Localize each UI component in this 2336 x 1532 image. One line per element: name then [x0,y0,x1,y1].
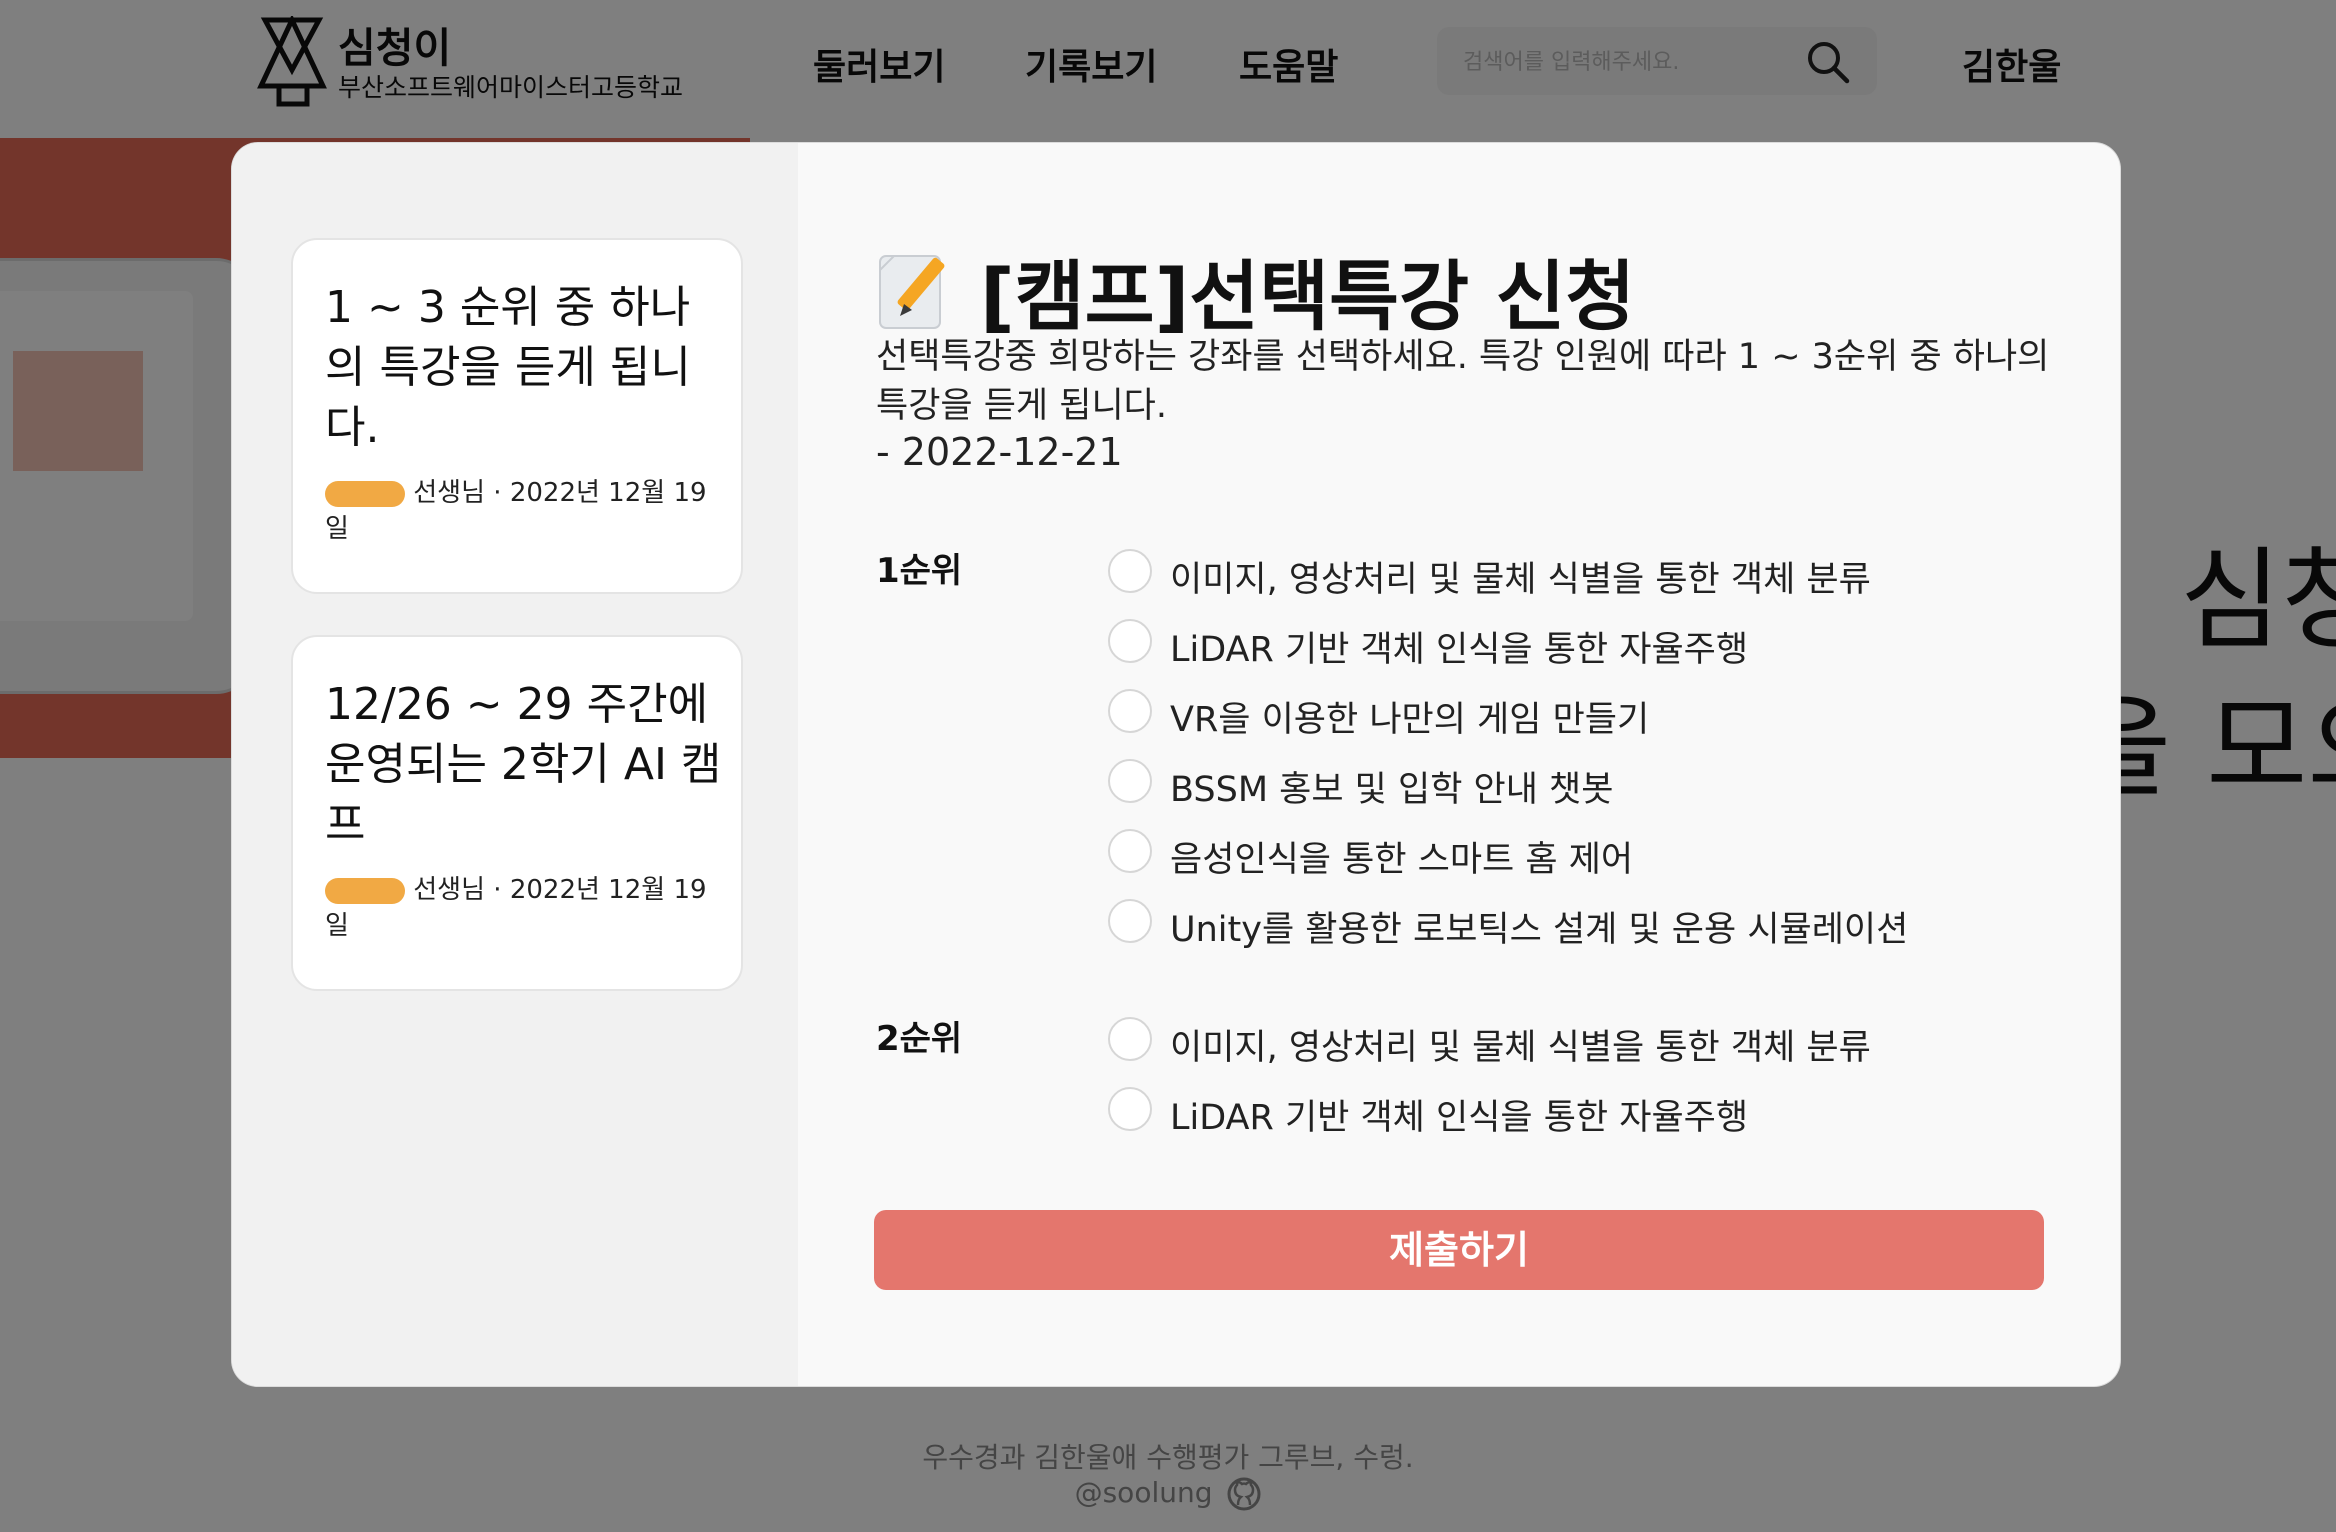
redacted-author [325,480,405,507]
notice-title: 12/26 ~ 29 주간에 운영되는 2학기 AI 캠프 [325,679,722,850]
form-modal: 1 ~ 3 순위 중 하나의 특강을 듣게 됩니다. 선생님 · 2022년 1… [232,143,2120,1386]
form-date: - 2022-12-21 [876,430,1123,474]
form-description: 선택특강중 희망하는 강좌를 선택하세요. 특강 인원에 따라 1 ~ 3순위 … [876,337,2050,426]
radio-button[interactable] [1108,549,1152,593]
rank-1-label: 1순위 [876,551,963,591]
memo-icon [879,255,945,329]
radio-button[interactable] [1108,1087,1152,1131]
radio-button[interactable] [1108,619,1152,663]
form-title: [캠프]선택특강 신청 [980,252,1636,341]
rank1-option[interactable]: 음성인식을 통한 스마트 홈 제어 [1108,825,2058,881]
radio-button[interactable] [1108,759,1152,803]
option-label: LiDAR 기반 객체 인식을 통한 자율주행 [1170,1098,1749,1138]
submit-button[interactable]: 제출하기 [874,1210,2044,1290]
rank2-option[interactable]: LiDAR 기반 객체 인식을 통한 자율주행 [1108,1083,2058,1139]
notice-meta-row: 선생님 · 2022년 12월 19일 [325,872,725,944]
option-label: 음성인식을 통한 스마트 홈 제어 [1170,840,1634,880]
rank1-option[interactable]: BSSM 홍보 및 입학 안내 챗봇 [1108,755,2058,811]
radio-button[interactable] [1108,899,1152,943]
option-label: 이미지, 영상처리 및 물체 식별을 통한 객체 분류 [1170,560,1871,600]
option-label: VR을 이용한 나만의 게임 만들기 [1170,700,1650,740]
rank1-option[interactable]: LiDAR 기반 객체 인식을 통한 자율주행 [1108,615,2058,671]
option-label: LiDAR 기반 객체 인식을 통한 자율주행 [1170,630,1749,670]
rank1-option[interactable]: VR을 이용한 나만의 게임 만들기 [1108,685,2058,741]
notice-meta-row: 선생님 · 2022년 12월 19일 [325,475,725,547]
redacted-author [325,877,405,904]
option-label: BSSM 홍보 및 입학 안내 챗봇 [1170,770,1614,810]
notice-card[interactable]: 1 ~ 3 순위 중 하나의 특강을 듣게 됩니다. 선생님 · 2022년 1… [291,238,743,594]
radio-button[interactable] [1108,689,1152,733]
rank-2-label: 2순위 [876,1019,963,1059]
option-label: 이미지, 영상처리 및 물체 식별을 통한 객체 분류 [1170,1028,1871,1068]
notice-title: 1 ~ 3 순위 중 하나의 특강을 듣게 됩니다. [325,282,691,453]
rank1-option[interactable]: Unity를 활용한 로보틱스 설계 및 운용 시뮬레이션 [1108,895,2058,951]
radio-button[interactable] [1108,829,1152,873]
radio-button[interactable] [1108,1017,1152,1061]
option-label: Unity를 활용한 로보틱스 설계 및 운용 시뮬레이션 [1170,910,1909,950]
rank1-option[interactable]: 이미지, 영상처리 및 물체 식별을 통한 객체 분류 [1108,545,2058,601]
notice-card[interactable]: 12/26 ~ 29 주간에 운영되는 2학기 AI 캠프 선생님 · 2022… [291,635,743,991]
rank2-option[interactable]: 이미지, 영상처리 및 물체 식별을 통한 객체 분류 [1108,1013,2058,1069]
notice-sidebar: 1 ~ 3 순위 중 하나의 특강을 듣게 됩니다. 선생님 · 2022년 1… [232,143,798,1386]
